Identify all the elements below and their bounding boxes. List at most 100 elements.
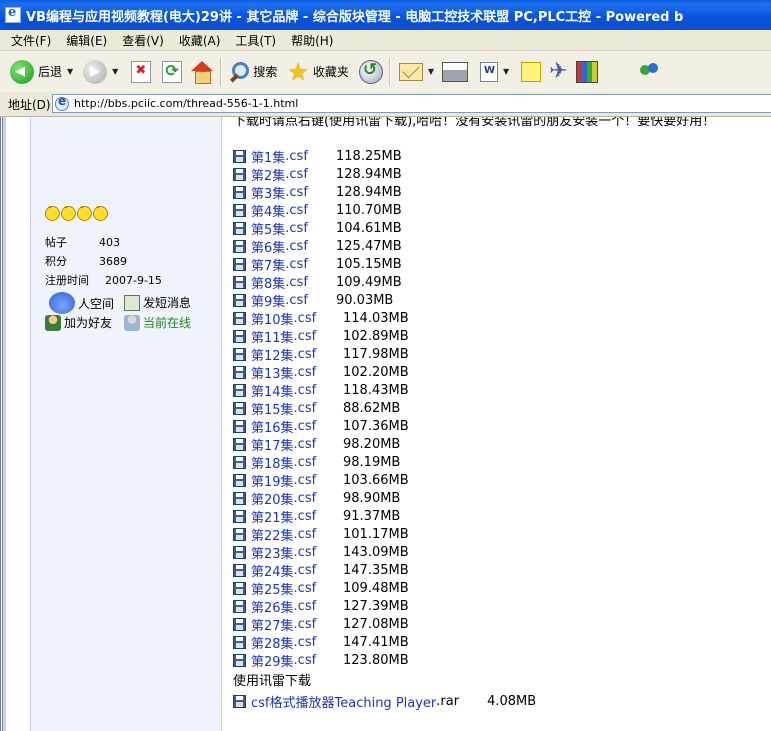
file-link[interactable]: 第9集 bbox=[251, 291, 285, 310]
print-button[interactable] bbox=[442, 55, 469, 89]
search-button[interactable]: 搜索 bbox=[227, 55, 277, 89]
forward-dropdown-icon[interactable]: ▼ bbox=[112, 67, 118, 76]
user-rank-stars bbox=[45, 204, 109, 221]
research-button[interactable]: ✈ bbox=[549, 55, 567, 89]
edit-button[interactable]: ▼ bbox=[480, 55, 509, 89]
back-dropdown-icon[interactable]: ▼ bbox=[67, 67, 73, 76]
file-link[interactable]: 第25集 bbox=[251, 579, 294, 598]
file-link[interactable]: 第11集 bbox=[251, 327, 294, 346]
stop-button[interactable] bbox=[131, 55, 152, 89]
file-link[interactable]: 第13集 bbox=[251, 363, 294, 382]
file-link[interactable]: 第19集 bbox=[251, 471, 294, 490]
player-link[interactable]: csf格式播放器Teaching Player bbox=[251, 692, 436, 711]
file-link[interactable]: 第21集 bbox=[251, 507, 294, 526]
history-button[interactable] bbox=[358, 55, 383, 89]
menu-favorites[interactable]: 收藏(A) bbox=[179, 32, 221, 49]
address-url[interactable]: http://bbs.pciic.com/thread-556-1-1.html bbox=[74, 97, 298, 110]
favorites-button[interactable]: ★ 收藏夹 bbox=[287, 55, 349, 89]
file-link[interactable]: 第8集 bbox=[251, 273, 285, 292]
file-link[interactable]: 第16集 bbox=[251, 417, 294, 436]
file-link[interactable]: 第23集 bbox=[251, 543, 294, 562]
address-input[interactable]: http://bbs.pciic.com/thread-556-1-1.html bbox=[52, 94, 771, 113]
edit-dropdown-icon[interactable]: ▼ bbox=[503, 67, 509, 76]
floppy-disk-icon bbox=[233, 455, 246, 469]
floppy-disk-icon bbox=[233, 509, 246, 523]
file-row: 第10集 .csf 114.03MB bbox=[233, 309, 409, 328]
file-link[interactable]: 第17集 bbox=[251, 435, 294, 454]
floppy-disk-icon bbox=[233, 563, 246, 577]
title-bar: VB编程与应用视频教程(电大)29讲 - 其它品牌 - 综合版块管理 - 电脑工… bbox=[0, 0, 771, 30]
mail-button[interactable]: ▼ bbox=[398, 55, 434, 89]
mail-dropdown-icon[interactable]: ▼ bbox=[428, 67, 434, 76]
stat-label: 注册时间 bbox=[45, 274, 89, 287]
search-icon bbox=[227, 61, 250, 83]
file-size: 128.94MB bbox=[336, 184, 402, 200]
ie-window-icon[interactable] bbox=[5, 5, 21, 23]
file-link[interactable]: 第15集 bbox=[251, 399, 294, 418]
messenger-button[interactable] bbox=[638, 55, 662, 89]
stat-value: 2007-9-15 bbox=[105, 274, 162, 287]
smiley-icon bbox=[61, 204, 76, 221]
file-link[interactable]: 第28集 bbox=[251, 633, 294, 652]
messenger-icon bbox=[638, 61, 662, 83]
add-friend-link[interactable]: 加为好友 bbox=[45, 314, 112, 331]
floppy-disk-icon bbox=[233, 383, 246, 397]
file-link[interactable]: 第6集 bbox=[251, 237, 285, 256]
file-link[interactable]: 第1集 bbox=[251, 147, 285, 166]
file-size: 117.98MB bbox=[343, 346, 409, 362]
file-link[interactable]: 第27集 bbox=[251, 615, 294, 634]
menu-file[interactable]: 文件(F) bbox=[11, 32, 51, 49]
menu-tools[interactable]: 工具(T) bbox=[235, 32, 276, 49]
online-status: 当前在线 bbox=[124, 314, 191, 331]
file-row: 第15集 .csf 88.62MB bbox=[233, 399, 400, 418]
file-link[interactable]: 第24集 bbox=[251, 561, 294, 580]
file-row: 第1集 .csf 118.25MB bbox=[233, 147, 402, 166]
back-label: 后退 bbox=[38, 65, 63, 79]
file-size: 109.48MB bbox=[343, 580, 409, 596]
refresh-button[interactable] bbox=[162, 55, 183, 89]
file-link[interactable]: 第2集 bbox=[251, 165, 285, 184]
file-link[interactable]: 第20集 bbox=[251, 489, 294, 508]
file-ext: .csf bbox=[293, 526, 317, 542]
smiley-icon bbox=[93, 204, 108, 221]
forward-button[interactable]: ▼ bbox=[83, 55, 118, 89]
favorites-label: 收藏夹 bbox=[312, 65, 349, 79]
space-link[interactable]: 人空间 bbox=[49, 292, 114, 314]
file-link[interactable]: 第4集 bbox=[251, 201, 285, 220]
home-button[interactable] bbox=[190, 55, 214, 89]
menu-view[interactable]: 查看(V) bbox=[122, 32, 164, 49]
stat-label: 帖子 bbox=[45, 236, 67, 249]
mail-icon bbox=[398, 62, 423, 81]
send-message-link[interactable]: 发短消息 bbox=[124, 294, 191, 311]
note-icon bbox=[521, 61, 542, 82]
file-link[interactable]: 第26集 bbox=[251, 597, 294, 616]
floppy-disk-icon bbox=[233, 545, 246, 559]
file-row: 第20集 .csf 98.90MB bbox=[233, 489, 400, 508]
file-link[interactable]: 第3集 bbox=[251, 183, 285, 202]
floppy-disk-icon bbox=[233, 437, 246, 451]
address-bar: 地址(D) http://bbs.pciic.com/thread-556-1-… bbox=[0, 92, 771, 117]
encyclopedia-button[interactable] bbox=[575, 55, 598, 89]
file-link[interactable]: 第29集 bbox=[251, 651, 294, 670]
file-link[interactable]: 第22集 bbox=[251, 525, 294, 544]
file-ext: .csf bbox=[293, 634, 317, 650]
file-ext: .csf bbox=[293, 562, 317, 578]
file-size: 118.25MB bbox=[336, 148, 402, 164]
floppy-disk-icon bbox=[233, 329, 246, 343]
back-button[interactable]: 后退 ▼ bbox=[10, 55, 73, 89]
floppy-disk-icon bbox=[233, 653, 246, 667]
file-link[interactable]: 第12集 bbox=[251, 345, 294, 364]
file-link[interactable]: 第7集 bbox=[251, 255, 285, 274]
menu-help[interactable]: 帮助(H) bbox=[291, 32, 333, 49]
file-link[interactable]: 第5集 bbox=[251, 219, 285, 238]
file-ext: .csf bbox=[293, 400, 317, 416]
file-size: 109.49MB bbox=[336, 274, 402, 290]
stat-register-date: 注册时间 2007-9-15 bbox=[45, 272, 162, 288]
discuss-button[interactable] bbox=[521, 55, 542, 89]
search-label: 搜索 bbox=[253, 65, 278, 79]
paw-icon bbox=[49, 292, 75, 314]
file-link[interactable]: 第10集 bbox=[251, 309, 294, 328]
menu-edit[interactable]: 编辑(E) bbox=[66, 32, 107, 49]
file-link[interactable]: 第14集 bbox=[251, 381, 294, 400]
file-link[interactable]: 第18集 bbox=[251, 453, 294, 472]
